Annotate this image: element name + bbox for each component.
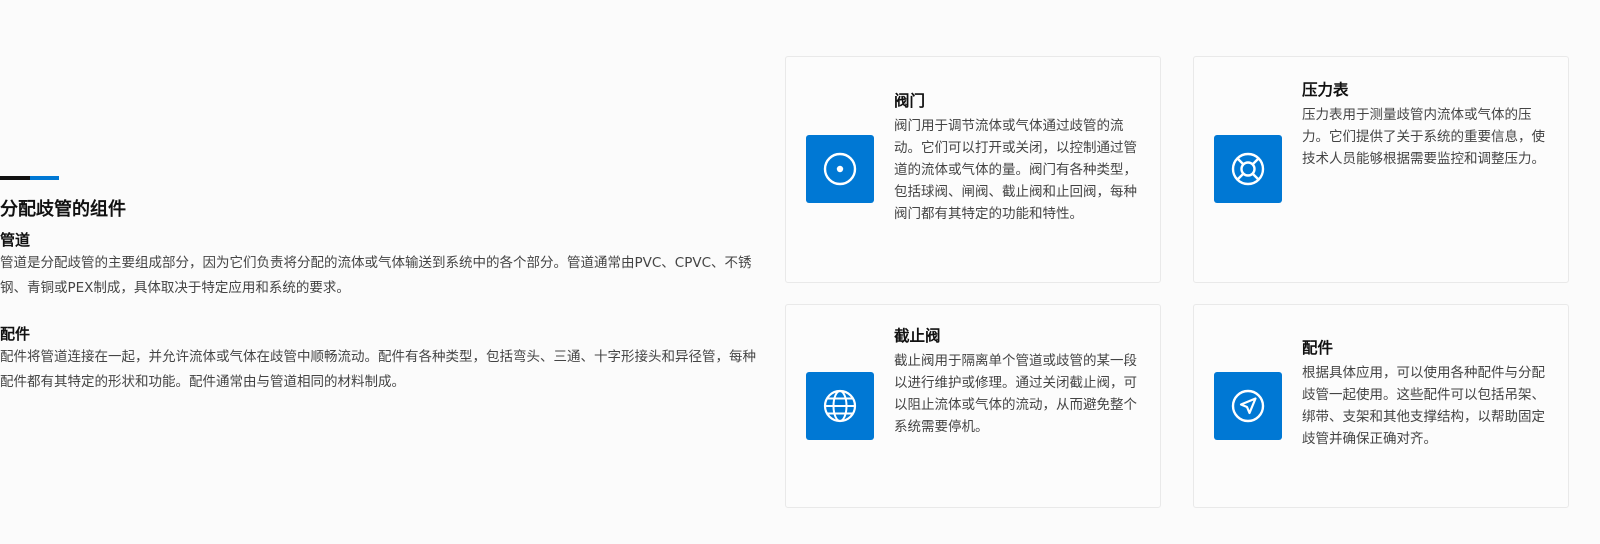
pipes-block: 管道 管道是分配歧管的主要组成部分，因为它们负责将分配的流体或气体输送到系统中的… (0, 229, 760, 301)
gauge-body: 压力表 压力表用于测量歧管内流体或气体的压力。它们提供了关于系统的重要信息，使技… (1302, 79, 1556, 170)
valve-desc: 阀门用于调节流体或气体通过歧管的流动。它们可以打开或关闭，以控制通过管道的流体或… (894, 118, 1137, 222)
navigation-icon (1231, 389, 1265, 423)
section-title: 分配歧管的组件 (0, 199, 126, 220)
accent-bar-blue (30, 176, 59, 180)
accent-bar-dark (0, 176, 30, 180)
fittings-title: 配件 (0, 325, 31, 343)
components-section: 分配歧管的组件 管道 管道是分配歧管的主要组成部分，因为它们负责将分配的流体或气… (0, 176, 760, 395)
valve-body: 阀门 阀门用于调节流体或气体通过歧管的流动。它们可以打开或关闭，以控制通过管道的… (894, 90, 1148, 225)
shutoff-body: 截止阀 截止阀用于隔离单个管道或歧管的某一段以进行维护或修理。通过关闭截止阀，可… (894, 325, 1148, 438)
gauge-desc: 压力表用于测量歧管内流体或气体的压力。它们提供了关于系统的重要信息，使技术人员能… (1302, 107, 1545, 167)
gauge-title: 压力表 (1302, 81, 1349, 99)
pipes-title: 管道 (0, 231, 31, 249)
globe-icon (823, 389, 857, 423)
valve-icon-box (806, 135, 874, 203)
card-accessories: 配件 根据具体应用，可以使用各种配件与分配歧管一起使用。这些配件可以包括吊架、绑… (1193, 304, 1569, 508)
accessories-desc: 根据具体应用，可以使用各种配件与分配歧管一起使用。这些配件可以包括吊架、绑带、支… (1302, 365, 1545, 447)
accent-bar (0, 176, 59, 180)
shutoff-desc: 截止阀用于隔离单个管道或歧管的某一段以进行维护或修理。通过关闭截止阀，可以阻止流… (894, 353, 1137, 435)
fittings-block: 配件 配件将管道连接在一起，并允许流体或气体在歧管中顺畅流动。配件有各种类型，包… (0, 323, 760, 395)
gauge-icon-box (1214, 135, 1282, 203)
shutoff-title: 截止阀 (894, 327, 941, 345)
pipes-text: 管道是分配歧管的主要组成部分，因为它们负责将分配的流体或气体输送到系统中的各个部… (0, 255, 752, 296)
card-shutoff-valve: 截止阀 截止阀用于隔离单个管道或歧管的某一段以进行维护或修理。通过关闭截止阀，可… (785, 304, 1161, 508)
card-valve: 阀门 阀门用于调节流体或气体通过歧管的流动。它们可以打开或关闭，以控制通过管道的… (785, 56, 1161, 283)
accessories-body: 配件 根据具体应用，可以使用各种配件与分配歧管一起使用。这些配件可以包括吊架、绑… (1302, 337, 1556, 450)
lifebuoy-icon (1231, 152, 1265, 186)
accessories-title: 配件 (1302, 339, 1334, 357)
shutoff-icon-box (806, 372, 874, 440)
accessories-icon-box (1214, 372, 1282, 440)
fittings-text: 配件将管道连接在一起，并允许流体或气体在歧管中顺畅流动。配件有各种类型，包括弯头… (0, 349, 756, 390)
valve-title: 阀门 (894, 92, 926, 110)
card-pressure-gauge: 压力表 压力表用于测量歧管内流体或气体的压力。它们提供了关于系统的重要信息，使技… (1193, 56, 1569, 283)
target-icon (823, 152, 857, 186)
